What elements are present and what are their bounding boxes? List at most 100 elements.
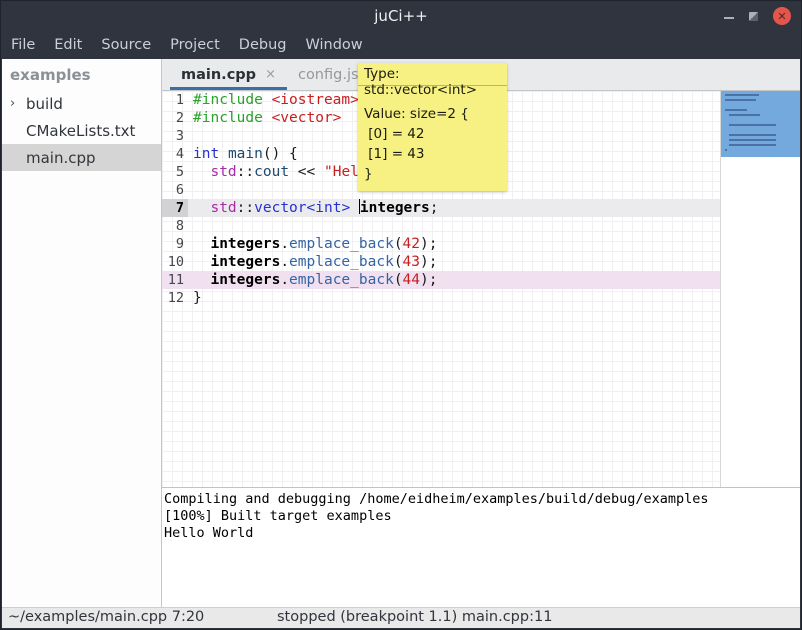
token-pl: );	[420, 254, 437, 270]
token-pl: );	[420, 272, 437, 288]
token-mth: emplace_back	[289, 254, 394, 270]
maximize-icon[interactable]	[749, 12, 758, 21]
token-pl	[193, 272, 210, 288]
menu-item-edit[interactable]: Edit	[54, 37, 82, 53]
line-number: 2	[162, 109, 188, 127]
token-num: 43	[403, 254, 420, 270]
token-fn: main	[228, 146, 263, 162]
token-pl	[193, 200, 210, 216]
token-var: integers	[210, 254, 280, 270]
line-number: 10	[162, 253, 188, 271]
code-line-10[interactable]: 10 integers.emplace_back(43);	[162, 253, 720, 271]
token-pl	[263, 92, 272, 108]
tooltip-value-line: }	[364, 166, 501, 186]
code-text: integers.emplace_back(44);	[188, 271, 720, 289]
minimap-code-mark	[725, 94, 759, 96]
token-pl: }	[193, 290, 202, 306]
token-pl: .	[280, 236, 289, 252]
line-number: 3	[162, 127, 188, 145]
window-controls: ✕	[724, 1, 791, 31]
line-number: 5	[162, 163, 188, 181]
tab-close-icon[interactable]: ×	[265, 67, 276, 82]
minimap-code-mark	[725, 109, 747, 111]
token-pl: );	[420, 236, 437, 252]
file-label: build	[26, 95, 63, 113]
menu-item-project[interactable]: Project	[170, 37, 220, 53]
code-line-8[interactable]: 8	[162, 217, 720, 235]
sidebar-item-main.cpp[interactable]: main.cpp	[2, 144, 161, 171]
close-icon[interactable]: ✕	[773, 7, 791, 25]
sidebar-item-build[interactable]: ›build	[2, 90, 161, 117]
code-line-7[interactable]: 7 std::vector<int> integers;	[162, 199, 720, 217]
tab-label: main.cpp	[181, 67, 256, 83]
minimize-icon[interactable]	[724, 17, 734, 19]
menu-item-debug[interactable]: Debug	[239, 37, 287, 53]
token-var: integers	[210, 236, 280, 252]
menu-item-window[interactable]: Window	[305, 37, 362, 53]
token-pl: (	[394, 254, 403, 270]
code-text: integers.emplace_back(42);	[188, 235, 720, 253]
line-number: 6	[162, 181, 188, 199]
output-line-1: Compiling and debugging /home/eidheim/ex…	[164, 491, 800, 508]
token-pl	[263, 110, 272, 126]
sidebar-item-cmakelists.txt[interactable]: CMakeLists.txt	[2, 117, 161, 144]
debug-value-tooltip: Type: std::vector<int> Value: size=2 { […	[358, 63, 507, 191]
line-number: 12	[162, 289, 188, 307]
code-text	[188, 217, 720, 235]
token-ns: std	[210, 200, 236, 216]
token-fn: cout	[254, 164, 289, 180]
line-number: 11	[162, 271, 188, 289]
tooltip-value-line: Value: size=2 {	[364, 106, 501, 126]
code-line-9[interactable]: 9 integers.emplace_back(42);	[162, 235, 720, 253]
project-root-label: examples	[2, 62, 161, 90]
title-bar[interactable]: juCi++ ✕	[1, 1, 801, 31]
token-mth: emplace_back	[289, 272, 394, 288]
minimap-slider[interactable]	[721, 91, 800, 157]
tooltip-value-line: [0] = 42	[364, 126, 501, 146]
code-line-12[interactable]: 12}	[162, 289, 720, 307]
minimap-code-mark	[725, 99, 756, 101]
minimap[interactable]	[720, 91, 800, 487]
token-pl: .	[280, 254, 289, 270]
token-str: <iostream>	[272, 92, 359, 108]
line-number: 4	[162, 145, 188, 163]
minimap-code-mark	[729, 139, 776, 141]
file-tree: ›build CMakeLists.txt main.cpp	[2, 90, 161, 171]
tooltip-type-line: Type: std::vector<int>	[358, 63, 507, 86]
token-pl	[193, 254, 210, 270]
token-ty: vector<int>	[254, 200, 350, 216]
token-num: 44	[403, 272, 420, 288]
minimap-code-mark	[729, 114, 760, 116]
status-debug-state: stopped (breakpoint 1.1) main.cpp:11	[277, 609, 552, 625]
token-var: integers	[360, 200, 430, 216]
minimap-code-mark	[725, 149, 727, 151]
output-panel[interactable]: Compiling and debugging /home/eidheim/ex…	[162, 487, 800, 607]
token-pl	[219, 146, 228, 162]
code-text: }	[188, 289, 720, 307]
token-pl: .	[280, 272, 289, 288]
line-number: 1	[162, 91, 188, 109]
code-line-11[interactable]: 11 integers.emplace_back(44);	[162, 271, 720, 289]
token-num: 42	[403, 236, 420, 252]
minimap-code-mark	[729, 124, 776, 126]
chevron-right-icon: ›	[10, 96, 26, 111]
token-pl: (	[394, 236, 403, 252]
file-tree-panel: examples ›build CMakeLists.txt main.cpp	[2, 59, 162, 607]
menu-item-file[interactable]: File	[11, 37, 35, 53]
token-pl: ::	[237, 164, 254, 180]
file-label: CMakeLists.txt	[26, 122, 135, 140]
tab-main.cpp[interactable]: main.cpp ×	[170, 59, 287, 90]
token-str: <vector>	[272, 110, 342, 126]
token-var: integers	[210, 272, 280, 288]
status-file-position: ~/examples/main.cpp 7:20	[8, 609, 204, 625]
code-text: std::vector<int> integers;	[188, 199, 720, 217]
menu-bar: File Edit Source Project Debug Window	[1, 31, 801, 59]
token-pl: <<	[289, 164, 324, 180]
file-label: main.cpp	[26, 149, 96, 167]
app-window: juCi++ ✕ File Edit Source Project Debug Windo…	[0, 0, 802, 630]
token-pl: ::	[237, 200, 254, 216]
token-ns: std	[210, 164, 236, 180]
output-line-3: Hello World	[164, 525, 800, 542]
menu-item-source[interactable]: Source	[101, 37, 151, 53]
token-ty: int	[193, 146, 219, 162]
